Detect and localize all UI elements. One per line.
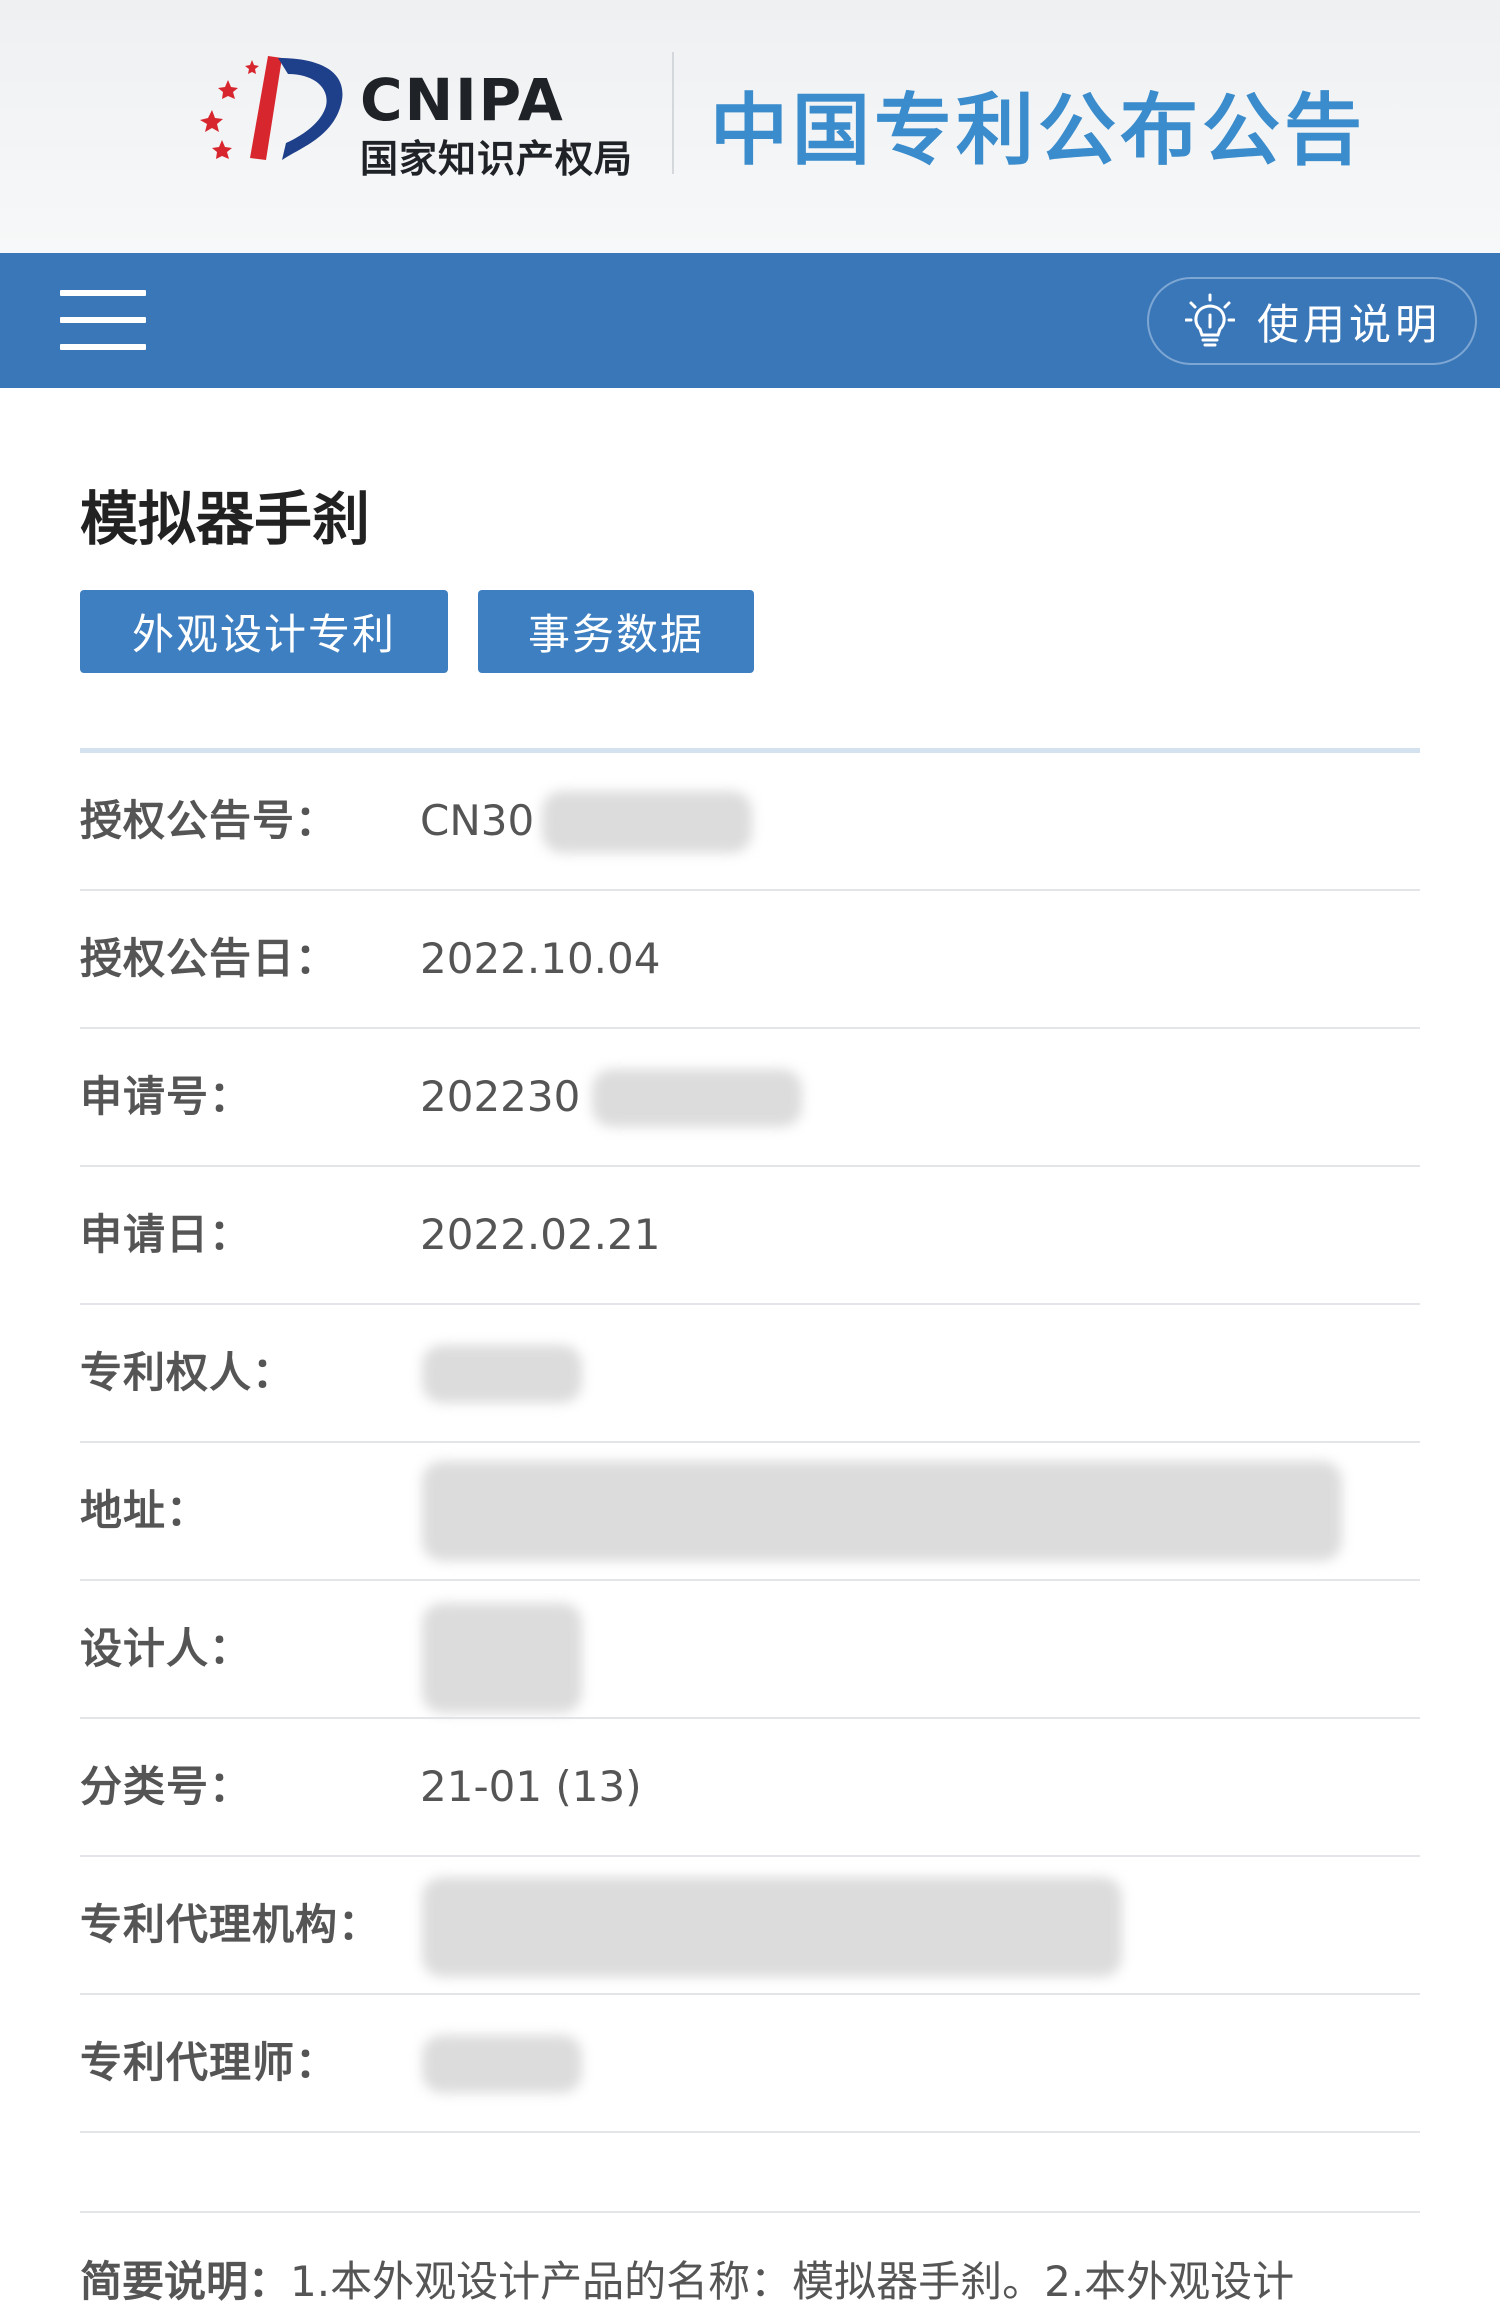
field-label: 专利代理师：: [80, 2038, 339, 2087]
patent-info-table: 授权公告号： CN30 授权公告日： 2022.10.04 申请号： 20223…: [80, 753, 1420, 2133]
field-label: 设计人：: [80, 1624, 253, 1673]
tab-transaction-data[interactable]: 事务数据: [478, 590, 754, 673]
field-label: 申请号：: [80, 1072, 253, 1121]
field-value: 2022.10.04: [420, 934, 661, 983]
logo-wordmark: CNIPA: [360, 66, 565, 134]
logo-chinese-name: 国家知识产权局: [360, 136, 634, 181]
field-label: 申请日：: [80, 1210, 253, 1259]
lightbulb-icon: [1185, 293, 1235, 347]
navbar: 使用说明: [0, 253, 1500, 388]
page-title: 模拟器手刹: [80, 485, 371, 553]
redaction-mask: [422, 2035, 582, 2093]
site-title: 中国专利公布公告: [710, 86, 1367, 176]
field-value: 2022.02.21: [420, 1210, 661, 1259]
table-row: 授权公告日： 2022.10.04: [80, 891, 1420, 1029]
table-row: 专利代理机构：: [80, 1857, 1420, 1995]
summary-label: 简要说明：: [80, 2257, 291, 2306]
field-label: 授权公告日：: [80, 934, 339, 983]
field-label: 专利权人：: [80, 1348, 296, 1397]
table-row: 申请日： 2022.02.21: [80, 1167, 1420, 1305]
redaction-mask: [422, 1603, 582, 1713]
table-row: 专利代理师：: [80, 1995, 1420, 2133]
logo-divider: [672, 52, 674, 174]
redaction-mask: [592, 1069, 802, 1127]
field-value: 21-01 (13): [420, 1762, 642, 1811]
redaction-mask: [542, 791, 752, 853]
help-label: 使用说明: [1257, 299, 1442, 349]
help-button[interactable]: 使用说明: [1147, 277, 1477, 365]
redaction-mask: [422, 1461, 1342, 1561]
table-row: 分类号： 21-01 (13): [80, 1719, 1420, 1857]
field-label: 授权公告号：: [80, 796, 339, 845]
field-value: CN30: [420, 796, 535, 845]
table-row: 申请号： 202230: [80, 1029, 1420, 1167]
field-label: 地址：: [80, 1486, 210, 1535]
site-header: CNIPA 国家知识产权局 中国专利公布公告: [0, 0, 1500, 253]
brief-description: 简要说明：1.本外观设计产品的名称：模拟器手刹。2.本外观设计: [80, 2248, 1480, 2309]
table-row: 地址：: [80, 1443, 1420, 1581]
table-row: 设计人：: [80, 1581, 1420, 1719]
cnipa-emblem-icon: [200, 56, 343, 160]
summary-divider: [80, 2211, 1420, 2213]
table-row: 授权公告号： CN30: [80, 753, 1420, 891]
hamburger-menu-icon[interactable]: [60, 290, 146, 350]
field-label: 分类号：: [80, 1762, 253, 1811]
tab-design-patent[interactable]: 外观设计专利: [80, 590, 448, 673]
redaction-mask: [422, 1345, 582, 1403]
redaction-mask: [422, 1877, 1122, 1977]
field-label: 专利代理机构：: [80, 1900, 382, 1949]
summary-text: 1.本外观设计产品的名称：模拟器手刹。2.本外观设计: [290, 2257, 1295, 2306]
field-value: 202230: [420, 1072, 581, 1121]
table-row: 专利权人：: [80, 1305, 1420, 1443]
